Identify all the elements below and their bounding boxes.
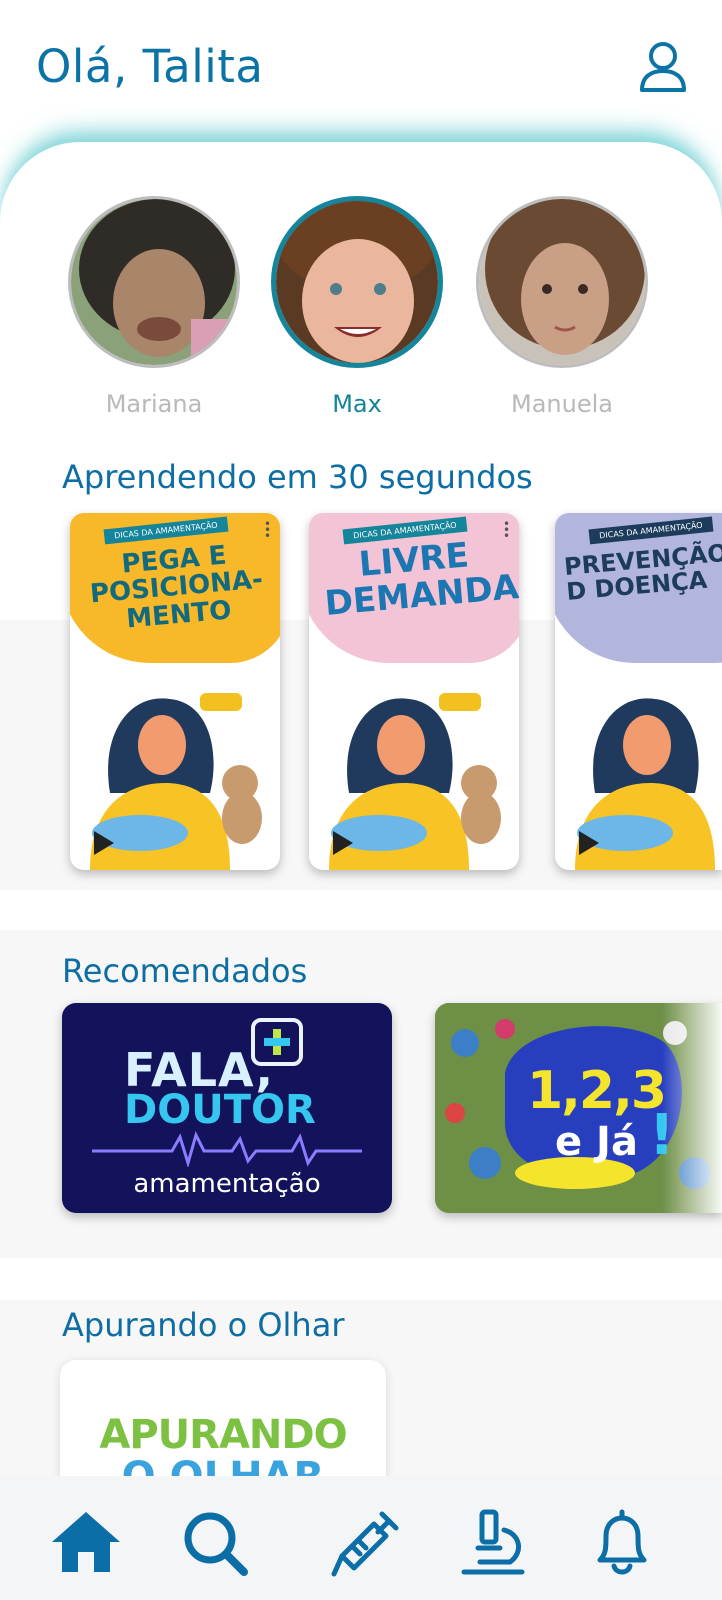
play-icon (94, 831, 114, 855)
child-name: Mariana (105, 390, 203, 418)
rec-title-line2: DOUTOR (124, 1087, 316, 1133)
home-icon (52, 1512, 120, 1572)
nav-home[interactable] (50, 1508, 122, 1578)
card-title: LIVRE DEMANDA (323, 535, 519, 624)
app-root: Olá, Talita Mariana Max Manuela Aprenden… (0, 0, 722, 1600)
child-max[interactable]: Max (271, 196, 443, 418)
card-title: PEGA E POSICIONA-MENTO (88, 540, 264, 635)
apurando-logo-line1: APURANDO (99, 1412, 347, 1458)
profile-button[interactable] (638, 40, 688, 94)
more-options-icon[interactable]: • • • (264, 518, 271, 543)
nav-vaccines[interactable] (330, 1508, 402, 1578)
short-card-livre[interactable]: DICAS DA AMAMENTAÇÃO LIVRE DEMANDA • • • (309, 513, 519, 870)
play-icon (579, 831, 599, 855)
rec-title-line1: 1,2,3 (527, 1061, 667, 1121)
heartbeat-icon (92, 1131, 362, 1167)
search-icon (184, 1512, 248, 1576)
child-mariana[interactable]: Mariana (68, 196, 240, 418)
child-manuela[interactable]: Manuela (476, 196, 648, 418)
nav-exams[interactable] (460, 1508, 532, 1578)
short-card-prevencao[interactable]: DICAS DA AMAMENTAÇÃO PREVENÇÃO D DOENÇA (555, 513, 722, 870)
vaccine-icon (331, 1511, 399, 1577)
bell-icon (597, 1509, 647, 1575)
child-name: Manuela (511, 390, 613, 418)
rec-title-line3: amamentação (133, 1169, 321, 1199)
rec-card-fala-doutor[interactable]: FALA, DOUTOR amamentação (62, 1003, 392, 1213)
nav-search[interactable] (180, 1508, 252, 1578)
microscope-icon (461, 1509, 525, 1575)
play-icon (333, 831, 353, 855)
short-card-pega[interactable]: DICAS DA AMAMENTAÇÃO PEGA E POSICIONA-ME… (70, 513, 280, 870)
user-icon (640, 42, 686, 92)
child-avatar (476, 196, 648, 368)
recommended-section-title: Recomendados (62, 952, 308, 990)
more-options-icon[interactable]: • • • (503, 518, 510, 543)
apurando-section-title: Apurando o Olhar (62, 1306, 345, 1344)
rec-title-line2: e Já (555, 1119, 638, 1165)
rec-card-123-e-ja[interactable]: 1,2,3 e Já ! (435, 1003, 722, 1213)
child-name: Max (332, 390, 382, 418)
child-avatar (271, 196, 443, 368)
fade-overlay (662, 1003, 722, 1213)
plus-badge-icon (251, 1018, 303, 1066)
greeting-title: Olá, Talita (36, 40, 264, 93)
child-avatar (68, 196, 240, 368)
nav-notifications[interactable] (586, 1508, 658, 1578)
shorts-section-title: Aprendendo em 30 segundos (62, 458, 533, 496)
